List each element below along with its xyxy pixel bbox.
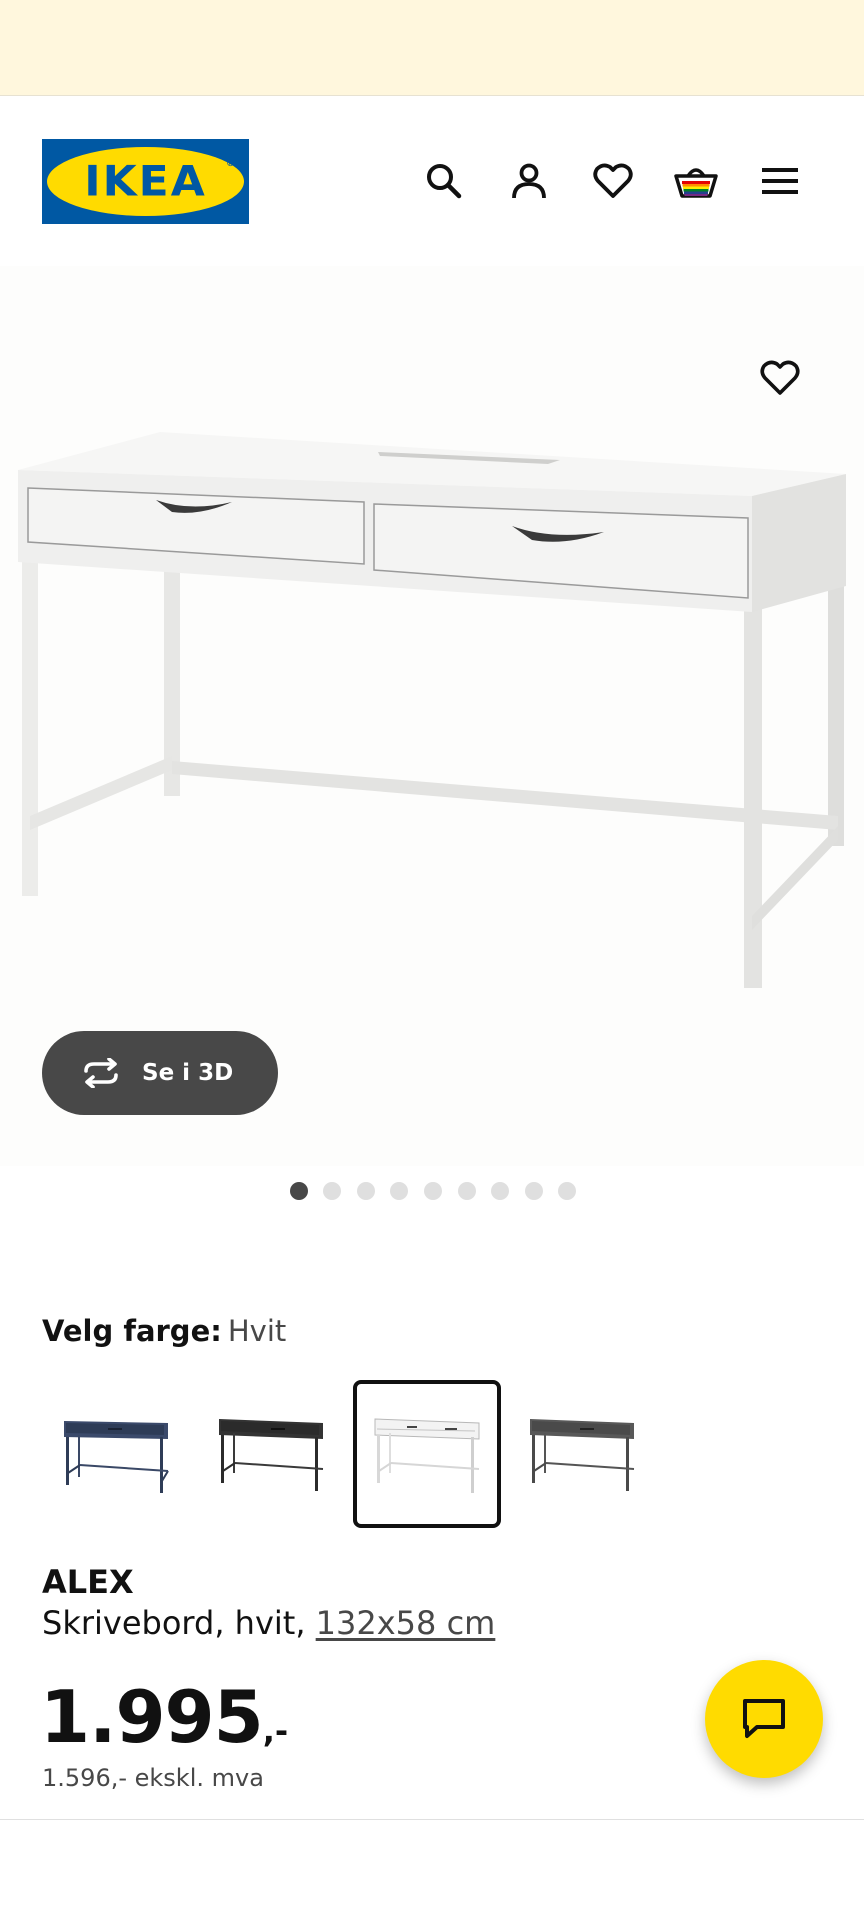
swatch-white[interactable] [353, 1380, 501, 1528]
carousel-dot-2[interactable] [323, 1182, 342, 1200]
product-dimensions-link[interactable]: 132x58 cm [316, 1604, 496, 1642]
site-header: IKEA ® [0, 96, 864, 266]
carousel-dot-7[interactable] [491, 1182, 510, 1200]
product-price: 1.995,- [40, 1672, 288, 1776]
carousel-dot-8[interactable] [524, 1182, 543, 1200]
swatch-black[interactable] [197, 1380, 345, 1528]
carousel-dot-5[interactable] [424, 1182, 442, 1200]
image-carousel-dots [0, 1182, 864, 1200]
carousel-dot-9[interactable] [558, 1182, 577, 1200]
view-in-3d-button[interactable]: Se i 3D [42, 1031, 278, 1115]
desk-illustration [18, 432, 846, 988]
carousel-dot-3[interactable] [356, 1182, 375, 1200]
color-label-key: Velg farge: [42, 1314, 222, 1348]
product-description-text: Skrivebord, hvit, [42, 1604, 316, 1642]
menu-icon[interactable] [755, 156, 805, 206]
product-name: ALEX [42, 1563, 134, 1601]
carousel-dot-4[interactable] [390, 1182, 409, 1200]
product-description: Skrivebord, hvit, 132x58 cm [42, 1603, 495, 1643]
price-suffix: ,- [262, 1712, 289, 1750]
carousel-dot-1[interactable] [289, 1182, 308, 1200]
heart-icon[interactable] [588, 156, 638, 206]
add-to-favourites-icon[interactable] [754, 352, 806, 404]
top-banner [0, 0, 864, 96]
view-in-3d-label: Se i 3D [142, 1060, 234, 1086]
section-divider [0, 1819, 864, 1820]
chat-button[interactable] [705, 1660, 823, 1778]
logo-registered-mark: ® [226, 159, 235, 169]
color-picker-label: Velg farge: Hvit [42, 1313, 286, 1349]
ikea-logo[interactable]: IKEA ® [42, 139, 249, 224]
search-icon[interactable] [419, 156, 469, 206]
account-icon[interactable] [504, 156, 554, 206]
basket-icon[interactable] [671, 156, 721, 206]
color-selected-value: Hvit [227, 1314, 287, 1348]
swatch-blue[interactable] [42, 1380, 190, 1528]
swatch-grey[interactable] [508, 1380, 656, 1528]
price-main: 1.995 [40, 1675, 264, 1759]
price-excl-vat: 1.596,- ekskl. mva [42, 1764, 264, 1792]
chat-icon [743, 1699, 785, 1738]
carousel-dot-6[interactable] [457, 1182, 476, 1200]
rotate-3d-icon [84, 1058, 118, 1088]
logo-text: IKEA [84, 157, 207, 206]
